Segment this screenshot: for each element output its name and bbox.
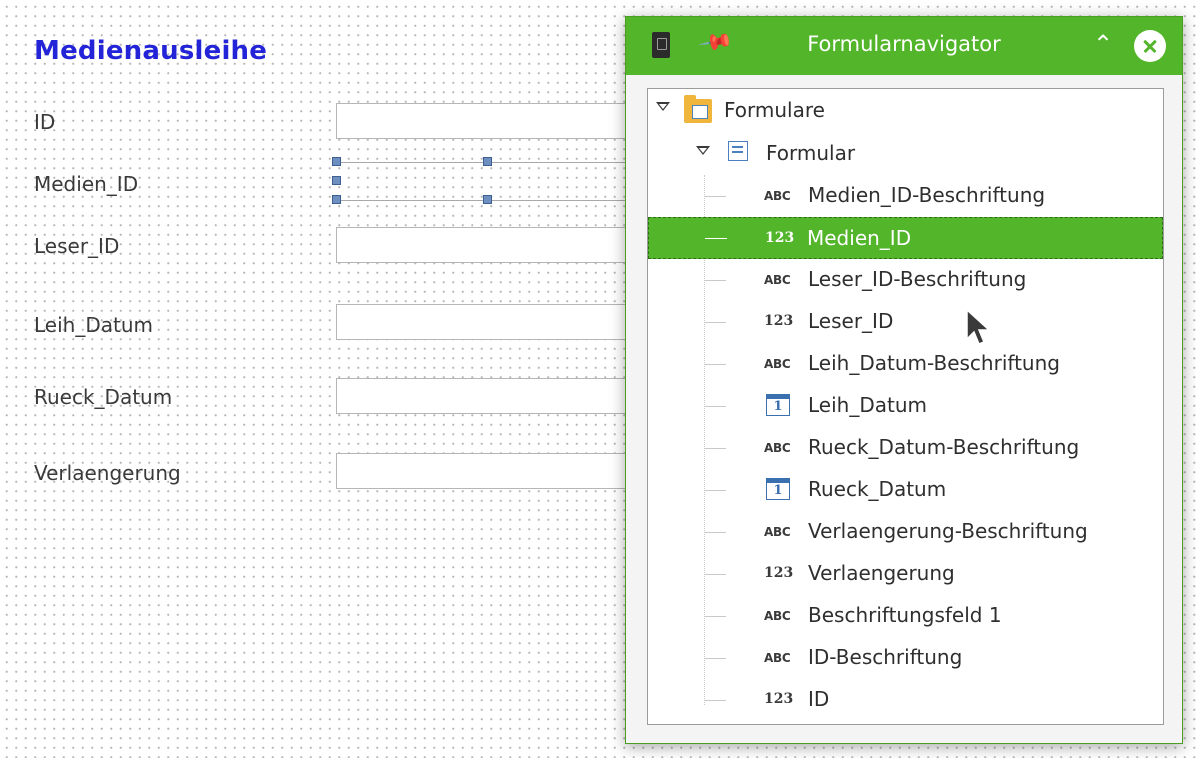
- chevron-up-icon[interactable]: ⌃: [1093, 30, 1113, 58]
- numeric-field-icon: 123: [764, 691, 794, 707]
- tree-branch-line: [704, 280, 726, 281]
- numeric-field-icon: 123: [765, 230, 795, 246]
- selection-handle[interactable]: [483, 157, 492, 166]
- numeric-field-icon: 123: [764, 313, 794, 329]
- label-field-icon: ABC: [764, 273, 791, 287]
- label-id[interactable]: ID: [34, 110, 55, 134]
- input-leser-id[interactable]: [336, 227, 636, 263]
- tree-label: Medien_ID-Beschriftung: [808, 183, 1046, 207]
- input-verlaengerung[interactable]: [336, 453, 636, 489]
- form-title: Medienausleihe: [34, 36, 268, 66]
- tree-label: Verlaengerung: [808, 561, 955, 585]
- label-field-icon: ABC: [764, 441, 791, 455]
- tree-branch-line: [704, 490, 726, 491]
- tree-label: Rueck_Datum-Beschriftung: [808, 435, 1080, 459]
- tree-label: Beschriftungsfeld 1: [808, 603, 1002, 627]
- tree-branch-line: [704, 406, 726, 407]
- close-icon[interactable]: [1134, 30, 1166, 62]
- tree-branch-line: [705, 238, 727, 239]
- tree-branch-line: [704, 196, 726, 197]
- navigator-tree[interactable]: Formulare Formular ABC Medien_ID-Beschri…: [647, 88, 1164, 725]
- tree-item-control-selected[interactable]: 123 Medien_ID: [648, 217, 1163, 259]
- selection-handle[interactable]: [483, 195, 492, 204]
- tree-label: Verlaengerung-Beschriftung: [808, 519, 1088, 543]
- navigator-titlebar[interactable]: 📌 Formularnavigator ⌃: [626, 17, 1182, 75]
- label-field-icon: ABC: [764, 357, 791, 371]
- tree-branch-line: [704, 322, 726, 323]
- tree-label: ID-Beschriftung: [808, 645, 963, 669]
- tree-branch-line: [704, 364, 726, 365]
- expand-triangle-icon[interactable]: [656, 102, 670, 111]
- tree-item-control[interactable]: ABC ID-Beschriftung: [648, 637, 1163, 679]
- input-leih-datum[interactable]: [336, 304, 636, 340]
- date-field-icon: 1: [766, 394, 790, 416]
- tree-item-control[interactable]: ABC Verlaengerung-Beschriftung: [648, 511, 1163, 553]
- selection-handle[interactable]: [332, 176, 341, 185]
- tree-label: Formulare: [724, 98, 825, 122]
- label-field-icon: ABC: [764, 651, 791, 665]
- tree-item-formular[interactable]: Formular: [648, 133, 1163, 175]
- expand-triangle-icon[interactable]: [696, 146, 710, 155]
- label-field-icon: ABC: [764, 189, 791, 203]
- label-field-icon: ABC: [764, 525, 791, 539]
- tree-item-control[interactable]: ABC Rueck_Datum-Beschriftung: [648, 427, 1163, 469]
- tree-item-control[interactable]: ABC Beschriftungsfeld 1: [648, 595, 1163, 637]
- form-icon: [728, 141, 748, 161]
- tree-label: Formular: [766, 141, 856, 165]
- tree-label: ID: [808, 687, 830, 711]
- tree-branch-line: [704, 616, 726, 617]
- tree-item-control[interactable]: 123 Leser_ID: [648, 301, 1163, 343]
- label-rueck-datum[interactable]: Rueck_Datum: [34, 385, 172, 409]
- tree-item-control[interactable]: ABC Medien_ID-Beschriftung: [648, 175, 1163, 217]
- tree-label: Leser_ID-Beschriftung: [808, 267, 1027, 291]
- tree-item-formulare[interactable]: Formulare: [648, 89, 1163, 131]
- numeric-field-icon: 123: [764, 565, 794, 581]
- tree-item-control[interactable]: 1 Leih_Datum: [648, 385, 1163, 427]
- selection-handle[interactable]: [332, 195, 341, 204]
- form-navigator-window: 📌 Formularnavigator ⌃ Formulare Formular…: [625, 16, 1183, 744]
- tree-item-control[interactable]: 1 Rueck_Datum: [648, 469, 1163, 511]
- tree-branch-line: [704, 574, 726, 575]
- tree-item-control[interactable]: ABC Leser_ID-Beschriftung: [648, 259, 1163, 301]
- label-medien-id[interactable]: Medien_ID: [34, 172, 138, 196]
- tree-item-control[interactable]: ABC Leih_Datum-Beschriftung: [648, 343, 1163, 385]
- tree-branch-line: [704, 700, 726, 701]
- label-verlaengerung[interactable]: Verlaengerung: [34, 461, 181, 485]
- tree-item-control[interactable]: 123 ID: [648, 679, 1163, 721]
- selection-handle[interactable]: [332, 157, 341, 166]
- label-leih-datum[interactable]: Leih_Datum: [34, 313, 153, 337]
- tree-label: Leih_Datum: [808, 393, 927, 417]
- input-id[interactable]: [336, 103, 636, 139]
- tree-branch-line: [704, 532, 726, 533]
- mouse-cursor-icon: [966, 309, 991, 345]
- tree-branch-line: [704, 448, 726, 449]
- label-field-icon: ABC: [764, 609, 791, 623]
- tree-label: Leih_Datum-Beschriftung: [808, 351, 1060, 375]
- forms-folder-icon: [684, 95, 712, 123]
- tree-label: Rueck_Datum: [808, 477, 947, 501]
- tree-branch-line: [704, 658, 726, 659]
- date-field-icon: 1: [766, 478, 790, 500]
- tree-item-control[interactable]: 123 Verlaengerung: [648, 553, 1163, 595]
- tree-label: Medien_ID: [807, 226, 912, 250]
- tree-label: Leser_ID: [808, 309, 894, 333]
- input-rueck-datum[interactable]: [336, 378, 636, 414]
- label-leser-id[interactable]: Leser_ID: [34, 234, 119, 258]
